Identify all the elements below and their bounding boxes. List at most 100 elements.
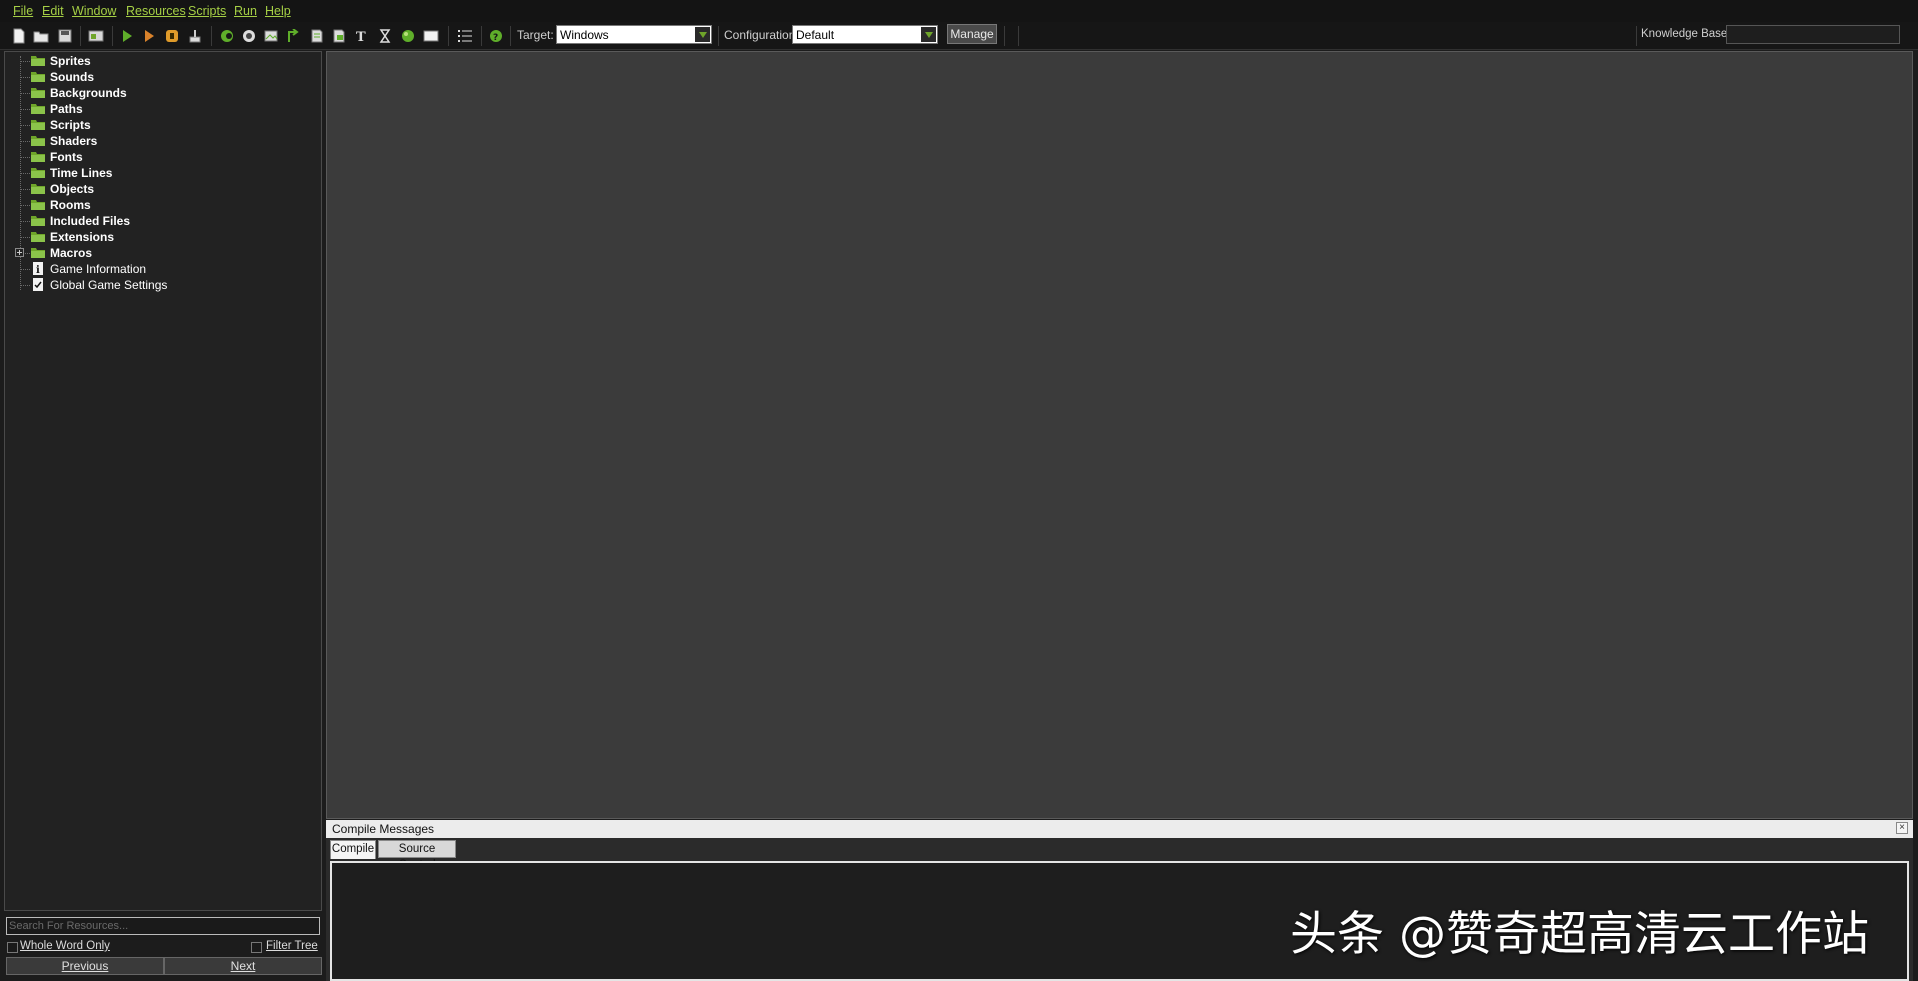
- tree-folder-shaders[interactable]: Shaders: [5, 133, 321, 149]
- folder-icon: [31, 136, 45, 146]
- tree-folder-label: Macros: [50, 246, 93, 260]
- tree-folder-scripts[interactable]: Scripts: [5, 117, 321, 133]
- folder-icon: [31, 168, 45, 178]
- tree-folder-time-lines[interactable]: Time Lines: [5, 165, 321, 181]
- target-label: Target:: [517, 28, 554, 42]
- knowledge-base-label: Knowledge Base:: [1641, 28, 1731, 40]
- watermark-text: 头条 @赞奇超高清云工作站: [1290, 907, 1869, 962]
- toolbar-separator: [1018, 26, 1019, 46]
- toolbar-separator: [211, 26, 212, 46]
- list-view-icon[interactable]: [456, 27, 474, 45]
- compile-panel-title: Compile Messages: [332, 822, 435, 836]
- tree-folder-sprites[interactable]: Sprites: [5, 53, 321, 69]
- menu-window[interactable]: Window: [72, 4, 116, 18]
- chevron-down-icon[interactable]: [695, 27, 710, 42]
- chevron-down-icon[interactable]: [921, 27, 936, 42]
- tab-compile[interactable]: Compile: [330, 840, 376, 859]
- tree-item-global-game-settings[interactable]: Global Game Settings: [5, 277, 321, 293]
- background-resource-icon[interactable]: [262, 27, 280, 45]
- tree-folder-label: Time Lines: [50, 166, 113, 180]
- save-icon[interactable]: [56, 27, 74, 45]
- toolbar-separator: [1636, 26, 1637, 46]
- toolbar-separator: [80, 26, 81, 46]
- main-workspace[interactable]: [326, 51, 1913, 819]
- expand-icon[interactable]: [15, 248, 24, 257]
- info-document-icon: i: [33, 262, 43, 275]
- font-resource-icon[interactable]: T: [353, 27, 371, 45]
- configuration-select[interactable]: Default: [792, 25, 938, 44]
- menu-run[interactable]: Run: [234, 4, 257, 18]
- run-game-icon[interactable]: [118, 27, 136, 45]
- tree-folder-label: Extensions: [50, 230, 115, 244]
- folder-icon: [31, 248, 45, 258]
- next-button[interactable]: Next: [164, 957, 322, 975]
- target-select[interactable]: Windows: [556, 25, 712, 44]
- tree-folder-paths[interactable]: Paths: [5, 101, 321, 117]
- tree-folder-label: Objects: [50, 182, 95, 196]
- shader-resource-icon[interactable]: [330, 27, 348, 45]
- tree-folder-macros[interactable]: Macros: [5, 245, 321, 261]
- sound-resource-icon[interactable]: [240, 27, 258, 45]
- toolbar-separator: [481, 26, 482, 46]
- help-icon[interactable]: ?: [487, 27, 505, 45]
- close-icon[interactable]: ×: [1896, 822, 1908, 834]
- filter-tree-checkbox[interactable]: [251, 942, 262, 953]
- search-input[interactable]: [7, 918, 319, 934]
- svg-text:?: ?: [493, 33, 498, 43]
- folder-icon: [31, 120, 45, 130]
- toolbar-separator: [510, 26, 511, 46]
- manage-button[interactable]: Manage: [947, 24, 997, 44]
- configuration-label: Configuration:: [724, 28, 799, 42]
- toolbar-separator: [1004, 26, 1005, 46]
- open-folder-icon[interactable]: [32, 27, 50, 45]
- tree-folder-fonts[interactable]: Fonts: [5, 149, 321, 165]
- toolbar: T ? Target: Windows Configuration: Defau…: [0, 22, 1918, 50]
- timeline-resource-icon[interactable]: [376, 27, 394, 45]
- create-executable-icon[interactable]: [87, 27, 105, 45]
- tree-item-game-information[interactable]: i Game Information: [5, 261, 321, 277]
- menu-scripts[interactable]: Scripts: [188, 4, 226, 18]
- tree-folder-rooms[interactable]: Rooms: [5, 197, 321, 213]
- target-value: Windows: [560, 28, 609, 42]
- tree-folder-included-files[interactable]: Included Files: [5, 213, 321, 229]
- toolbar-separator: [448, 26, 449, 46]
- knowledge-base-input[interactable]: [1726, 25, 1900, 44]
- previous-button[interactable]: Previous: [6, 957, 164, 975]
- stop-game-icon[interactable]: [163, 27, 181, 45]
- folder-icon: [31, 56, 45, 66]
- tree-folder-label: Scripts: [50, 118, 91, 132]
- tree-folder-label: Backgrounds: [50, 86, 127, 100]
- room-resource-icon[interactable]: [422, 27, 440, 45]
- resource-search: [6, 917, 320, 935]
- whole-word-checkbox[interactable]: [7, 942, 18, 953]
- clean-build-icon[interactable]: [186, 27, 204, 45]
- menu-help[interactable]: Help: [265, 4, 291, 18]
- next-label: Next: [230, 959, 256, 973]
- tree-folder-label: Sprites: [50, 54, 91, 68]
- folder-icon: [31, 72, 45, 82]
- tree-folder-label: Rooms: [50, 198, 91, 212]
- filter-tree-label: Filter Tree: [266, 940, 318, 952]
- new-file-icon[interactable]: [10, 27, 28, 45]
- menu-bar: File Edit Window Resources Scripts Run H…: [0, 0, 1918, 23]
- folder-icon: [31, 200, 45, 210]
- tree-folder-objects[interactable]: Objects: [5, 181, 321, 197]
- settings-checklist-icon: [33, 278, 43, 291]
- menu-edit[interactable]: Edit: [42, 4, 64, 18]
- tree-item-label: Game Information: [50, 262, 147, 276]
- tree-folder-sounds[interactable]: Sounds: [5, 69, 321, 85]
- menu-resources[interactable]: Resources: [126, 4, 186, 18]
- tab-source-control[interactable]: Source Control: [378, 840, 456, 871]
- whole-word-label: Whole Word Only: [20, 940, 110, 952]
- folder-icon: [31, 104, 45, 114]
- menu-file[interactable]: File: [13, 4, 33, 18]
- tree-folder-backgrounds[interactable]: Backgrounds: [5, 85, 321, 101]
- object-resource-icon[interactable]: [399, 27, 417, 45]
- tree-folder-extensions[interactable]: Extensions: [5, 229, 321, 245]
- debug-game-icon[interactable]: [140, 27, 158, 45]
- path-resource-icon[interactable]: [285, 27, 303, 45]
- sprite-resource-icon[interactable]: [218, 27, 236, 45]
- script-resource-icon[interactable]: [308, 27, 326, 45]
- previous-label: Previous: [61, 959, 109, 973]
- resource-tree-panel: Sprites Sounds Backgrounds Paths Scripts…: [4, 51, 322, 911]
